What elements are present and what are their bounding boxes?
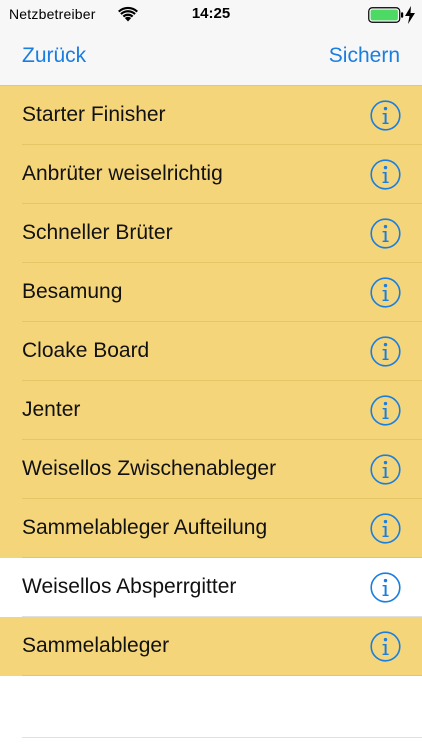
info-icon[interactable] (370, 395, 401, 426)
info-icon[interactable] (370, 218, 401, 249)
list-item[interactable]: Weisellos Zwischenableger (0, 440, 422, 499)
info-icon[interactable] (370, 631, 401, 662)
list-item-label: Anbrüter weiselrichtig (22, 162, 223, 185)
row-separator (22, 675, 422, 676)
list-item[interactable]: Weisellos Absperrgitter (0, 558, 422, 617)
list-item-label: Sammelableger (22, 634, 170, 657)
charging-bolt-icon (405, 6, 415, 24)
list-item-label: Starter Finisher (22, 103, 166, 126)
list-item-label: Schneller Brüter (22, 221, 173, 244)
info-icon[interactable] (370, 454, 401, 485)
info-icon[interactable] (370, 572, 401, 603)
list-item-label: Besamung (22, 280, 123, 303)
list-item[interactable]: Sammelableger Aufteilung (0, 499, 422, 558)
battery-icon (368, 7, 404, 23)
list-item[interactable]: Jenter (0, 381, 422, 440)
list-item-label: Cloake Board (22, 339, 150, 362)
back-button[interactable]: Zurück (22, 44, 86, 68)
save-button[interactable]: Sichern (329, 44, 400, 68)
navigation-bar: Zurück Sichern (0, 30, 422, 86)
list-item-label: Weisellos Zwischenableger (22, 457, 277, 480)
option-list: Starter Finisher Anbrüter weiselrichtig Sc… (0, 86, 422, 676)
info-icon[interactable] (370, 159, 401, 190)
list-item-label: Sammelableger Aufteilung (22, 516, 268, 539)
info-icon[interactable] (370, 100, 401, 131)
list-item[interactable]: Starter Finisher (0, 86, 422, 145)
info-icon[interactable] (370, 336, 401, 367)
list-item[interactable]: Anbrüter weiselrichtig (0, 145, 422, 204)
list-item[interactable]: Besamung (0, 263, 422, 322)
list-item[interactable]: Schneller Brüter (0, 204, 422, 263)
status-time: 14:25 (191, 5, 231, 22)
status-bar: Netzbetreiber 14:25 (0, 0, 422, 30)
list-item[interactable]: Cloake Board (0, 322, 422, 381)
list-item[interactable]: Sammelableger (0, 617, 422, 676)
info-icon[interactable] (370, 277, 401, 308)
info-icon[interactable] (370, 513, 401, 544)
list-item-label: Weisellos Absperrgitter (22, 575, 237, 598)
screen: Netzbetreiber 14:25 Zurück Sichern Start… (0, 0, 422, 750)
list-separator (22, 737, 422, 738)
list-item-label: Jenter (22, 398, 81, 421)
